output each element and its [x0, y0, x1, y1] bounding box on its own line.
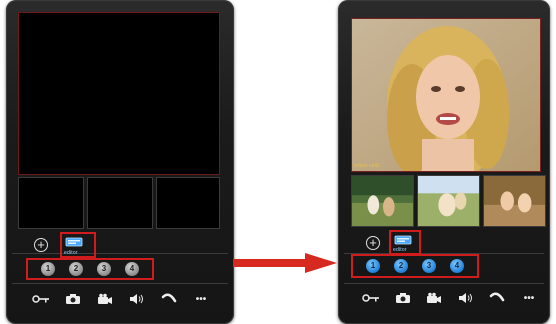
thumbnail-1[interactable]: [18, 177, 84, 229]
bottom-toolbar: •••: [32, 291, 210, 307]
divider: [12, 283, 228, 284]
add-button[interactable]: +: [34, 238, 48, 252]
more-icon[interactable]: •••: [192, 292, 210, 306]
add-button[interactable]: +: [366, 236, 380, 250]
thumbnail-2[interactable]: [417, 175, 480, 227]
live-camera-image: [352, 19, 540, 171]
channel-selector: 1 2 3 4: [351, 254, 479, 278]
bottom-toolbar: •••: [362, 290, 538, 306]
camera-caption: indoor cell1: [354, 163, 380, 169]
channel-3-button[interactable]: 3: [97, 262, 111, 276]
thumbnail-3[interactable]: [156, 177, 220, 229]
editor-button[interactable]: editor: [60, 232, 96, 258]
speaker-icon[interactable]: [128, 292, 146, 306]
channel-4-button[interactable]: 4: [450, 259, 464, 273]
editor-button[interactable]: editor: [389, 230, 421, 255]
thumbnail-1-image: [352, 176, 413, 226]
channel-1-button[interactable]: 1: [41, 262, 55, 276]
camera-icon[interactable]: [394, 291, 412, 305]
thumbnail-2[interactable]: [87, 177, 153, 229]
transition-arrow-icon: [233, 253, 337, 273]
thumbnail-3[interactable]: [483, 175, 546, 227]
editor-label: editor: [64, 250, 78, 256]
hangup-icon[interactable]: [488, 291, 506, 305]
channel-1-button[interactable]: 1: [366, 259, 380, 273]
thumbnail-row: [351, 175, 546, 227]
editor-label: editor: [393, 247, 407, 253]
thumbnail-row: [18, 177, 220, 229]
record-icon[interactable]: [425, 291, 443, 305]
editor-icon: [65, 237, 83, 247]
device-before: + editor 1 2 3 4 •••: [6, 0, 234, 324]
divider: [12, 253, 228, 254]
thumbnail-2-image: [418, 176, 479, 226]
channel-2-button[interactable]: 2: [394, 259, 408, 273]
device-after: indoor cell1 + editor 1 2 3 4 •••: [338, 0, 550, 324]
hangup-icon[interactable]: [160, 292, 178, 306]
key-icon[interactable]: [32, 292, 50, 306]
speaker-icon[interactable]: [457, 291, 475, 305]
main-video-view[interactable]: [18, 12, 220, 175]
thumbnail-1[interactable]: [351, 175, 414, 227]
channel-3-button[interactable]: 3: [422, 259, 436, 273]
divider: [344, 283, 544, 284]
editor-icon: [394, 235, 412, 245]
thumbnail-3-image: [484, 176, 545, 226]
more-icon[interactable]: •••: [520, 291, 538, 305]
channel-2-button[interactable]: 2: [69, 262, 83, 276]
key-icon[interactable]: [362, 291, 380, 305]
main-video-view[interactable]: indoor cell1: [351, 18, 541, 172]
record-icon[interactable]: [96, 292, 114, 306]
camera-icon[interactable]: [64, 292, 82, 306]
channel-selector: 1 2 3 4: [26, 258, 154, 280]
channel-4-button[interactable]: 4: [125, 262, 139, 276]
